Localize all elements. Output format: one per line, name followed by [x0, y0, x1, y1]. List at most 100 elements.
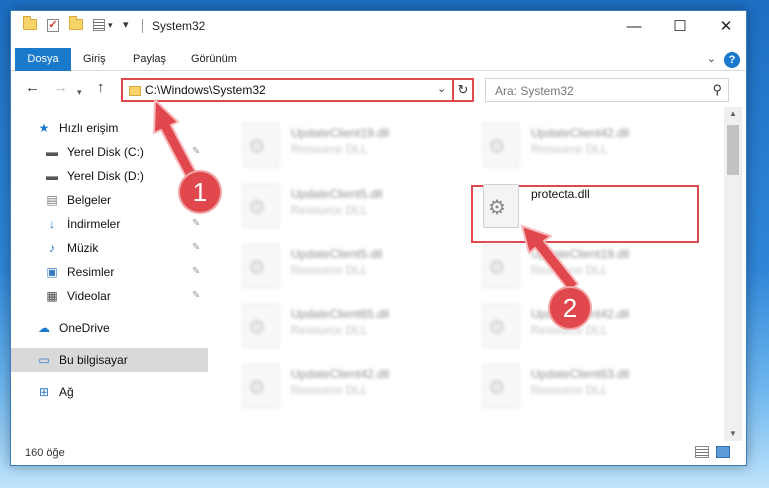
gear-icon: ⚙: [248, 317, 266, 339]
gear-icon: ⚙: [488, 197, 506, 219]
file-name: UpdateClient63.dll: [531, 367, 630, 381]
sidebar-item-network[interactable]: ⊞ Ağ: [11, 380, 208, 404]
recent-locations-button[interactable]: ▾: [77, 84, 82, 100]
videos-icon: ▦: [46, 289, 58, 303]
sidebar-item-label: Müzik: [67, 241, 99, 255]
file-type: Resource DLL: [291, 323, 368, 337]
address-dropdown-icon[interactable]: ⌄: [437, 82, 446, 95]
pin-icon[interactable]: ✎: [192, 242, 200, 253]
gear-icon: ⚙: [248, 197, 266, 219]
title-bar: ✓ ▾ ▾ System32 — ☐ ✕: [11, 11, 746, 41]
sidebar-item-local-disk-c[interactable]: ▬ Yerel Disk (C:) ✎: [11, 140, 208, 164]
dll-file-icon: ⚙: [243, 244, 279, 288]
sidebar-item-label: Belgeler: [67, 193, 112, 207]
dll-file-icon: ⚙: [483, 244, 519, 288]
properties-check-icon[interactable]: ✓: [47, 19, 59, 32]
search-icon[interactable]: ⚲: [712, 82, 722, 98]
status-bar: 160 öğe: [11, 441, 746, 465]
file-tile[interactable]: ⚙ UpdateClient5.dll Resource DLL: [223, 180, 443, 232]
expand-ribbon-chevron-icon[interactable]: ⌄: [707, 52, 716, 65]
close-button[interactable]: ✕: [703, 11, 746, 41]
file-tile[interactable]: ⚙ UpdateClient42.dll Resource DLL: [463, 119, 683, 171]
scrollbar-thumb[interactable]: [727, 125, 739, 175]
vertical-scrollbar[interactable]: ▲ ▼: [724, 107, 742, 441]
dll-file-icon: ⚙: [483, 304, 519, 348]
sidebar-item-label: Ağ: [59, 385, 74, 399]
scroll-down-icon[interactable]: ▼: [724, 427, 742, 441]
file-type: Resource DLL: [291, 263, 368, 277]
quick-access-dropdown[interactable]: ▾: [123, 18, 129, 31]
customize-chevron-icon[interactable]: ▾: [108, 20, 113, 31]
gear-icon: ⚙: [488, 377, 506, 399]
gear-icon: ⚙: [248, 136, 266, 158]
file-name: UpdateClient19.dll: [531, 247, 630, 261]
dll-file-icon: ⚙: [243, 123, 279, 167]
pin-icon[interactable]: ✎: [192, 266, 200, 277]
file-name: UpdateClient42.dll: [291, 367, 390, 381]
file-name: UpdateClient5.dll: [291, 187, 383, 201]
large-icons-view-icon[interactable]: [716, 446, 730, 458]
gear-icon: ⚙: [488, 257, 506, 279]
sidebar-item-label: Bu bilgisayar: [59, 353, 128, 367]
tab-file[interactable]: Dosya: [15, 48, 71, 71]
tab-home[interactable]: Giriş: [83, 48, 106, 71]
downloads-icon: ↓: [49, 217, 55, 231]
gear-icon: ⚙: [488, 136, 506, 158]
cloud-icon: ☁: [38, 321, 50, 335]
pin-icon[interactable]: ✎: [192, 146, 200, 157]
sidebar-item-local-disk-d[interactable]: ▬ Yerel Disk (D:) ✎: [11, 164, 208, 188]
back-button[interactable]: ←: [25, 80, 40, 96]
sidebar-item-documents[interactable]: ▤ Belgeler ✎: [11, 188, 208, 212]
search-input[interactable]: Ara: System32 ⚲: [485, 78, 729, 102]
sidebar-item-videos[interactable]: ▦ Videolar ✎: [11, 284, 208, 308]
file-tile[interactable]: ⚙ UpdateClient63.dll Resource DLL: [463, 360, 683, 412]
file-tile[interactable]: ⚙ UpdateClient19.dll Resource DLL: [463, 240, 683, 292]
details-view-icon[interactable]: [695, 446, 709, 458]
dll-file-icon: ⚙: [483, 184, 519, 228]
up-button[interactable]: ↑: [97, 80, 105, 96]
tab-view[interactable]: Görünüm: [191, 48, 237, 71]
file-tile[interactable]: ⚙ UpdateClient65.dll Resource DLL: [223, 300, 443, 352]
star-icon: ★: [38, 121, 50, 135]
folder-icon: [129, 86, 141, 96]
dll-file-icon: ⚙: [243, 364, 279, 408]
sidebar-item-pictures[interactable]: ▣ Resimler ✎: [11, 260, 208, 284]
refresh-button[interactable]: ↻: [452, 78, 474, 102]
help-button[interactable]: ?: [724, 52, 740, 68]
dll-file-icon: ⚙: [483, 364, 519, 408]
dll-file-icon: ⚙: [483, 123, 519, 167]
search-placeholder: Ara: System32: [495, 84, 574, 98]
scroll-up-icon[interactable]: ▲: [724, 107, 742, 121]
file-tile[interactable]: ⚙ UpdateClient5.dll Resource DLL: [223, 240, 443, 292]
new-folder-icon[interactable]: [69, 16, 83, 30]
file-tile[interactable]: ⚙ UpdateClient42.dll Resource DLL: [223, 360, 443, 412]
pin-icon[interactable]: ✎: [192, 290, 200, 301]
sidebar-item-label: Yerel Disk (D:): [67, 169, 144, 183]
file-tile[interactable]: ⚙ UpdateClient19.dll Resource DLL: [223, 119, 443, 171]
folder-icon[interactable]: [23, 16, 37, 30]
tab-share[interactable]: Paylaş: [133, 48, 166, 71]
address-path[interactable]: C:\Windows\System32: [145, 83, 266, 97]
maximize-button[interactable]: ☐: [657, 11, 703, 41]
sidebar-item-onedrive[interactable]: ☁ OneDrive: [11, 316, 208, 340]
file-name: UpdateClient19.dll: [291, 126, 390, 140]
file-tile-protecta[interactable]: ⚙ protecta.dll: [463, 180, 683, 232]
documents-icon: ▤: [46, 193, 58, 207]
navigation-bar: ← → ▾ ↑ C:\Windows\System32 ⌄ ↻ Ara: Sys…: [11, 72, 746, 106]
gear-icon: ⚙: [248, 257, 266, 279]
sidebar-item-quick-access[interactable]: ★ Hızlı erişim: [11, 116, 208, 140]
forward-button[interactable]: →: [53, 80, 68, 96]
sidebar-item-music[interactable]: ♪ Müzik ✎: [11, 236, 208, 260]
sidebar-item-downloads[interactable]: ↓ İndirmeler ✎: [11, 212, 208, 236]
gear-icon: ⚙: [488, 317, 506, 339]
sidebar-item-this-pc[interactable]: ▭ Bu bilgisayar: [11, 348, 208, 372]
list-properties-icon[interactable]: [93, 19, 105, 31]
step-1-badge: 1: [180, 172, 220, 212]
minimize-button[interactable]: —: [611, 11, 657, 41]
ribbon-tabs: Dosya Giriş Paylaş Görünüm ⌄ ?: [11, 48, 746, 71]
address-bar[interactable]: C:\Windows\System32 ⌄: [121, 78, 461, 102]
file-list: ⚙ UpdateClient19.dll Resource DLL ⚙ Upda…: [213, 107, 723, 441]
title-separator: [142, 19, 143, 33]
pin-icon[interactable]: ✎: [192, 218, 200, 229]
sidebar-item-label: Yerel Disk (C:): [67, 145, 144, 159]
